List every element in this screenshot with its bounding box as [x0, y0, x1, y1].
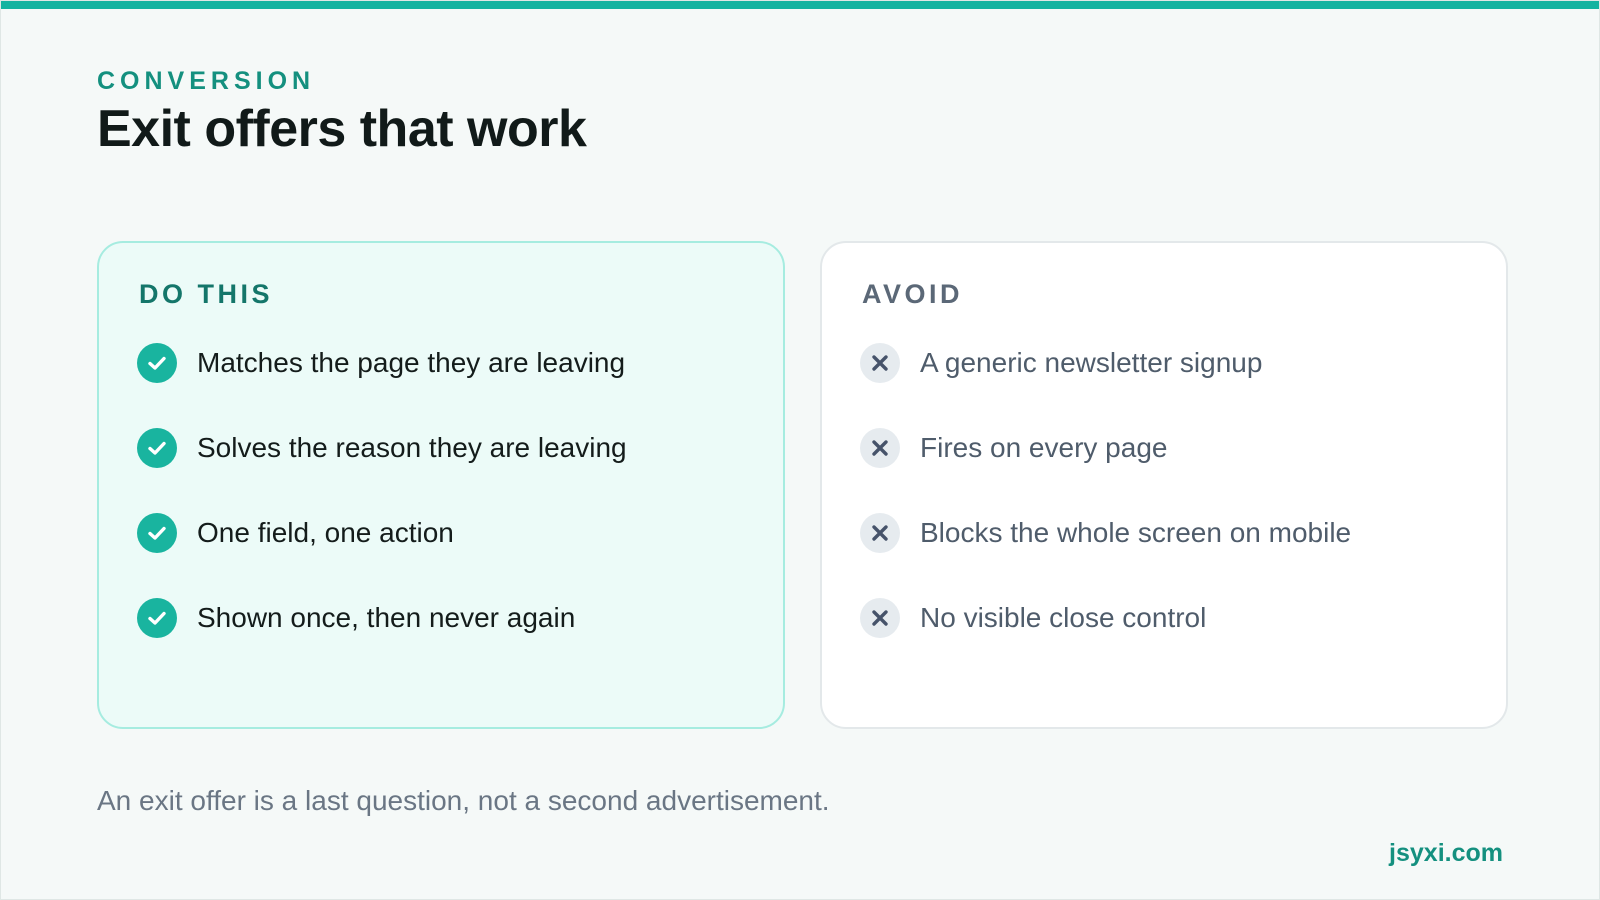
eyebrow-label: CONVERSION	[97, 67, 316, 95]
check-circle-icon	[137, 428, 177, 468]
avoid-item-text: No visible close control	[920, 602, 1207, 633]
do-item-text: Solves the reason they are leaving	[197, 432, 627, 463]
do-item-text: Shown once, then never again	[197, 602, 576, 633]
x-circle-icon	[860, 598, 900, 638]
avoid-item: Fires on every page	[860, 428, 1351, 468]
avoid-card: AVOID A generic newsletter signup Fires …	[820, 241, 1508, 729]
x-circle-icon	[860, 513, 900, 553]
slide: CONVERSION Exit offers that work DO THIS…	[0, 0, 1600, 900]
avoid-list: A generic newsletter signup Fires on eve…	[860, 343, 1351, 683]
do-item: Matches the page they are leaving	[137, 343, 627, 383]
x-circle-icon	[860, 428, 900, 468]
check-circle-icon	[137, 513, 177, 553]
do-item: Shown once, then never again	[137, 598, 627, 638]
do-this-list: Matches the page they are leaving Solves…	[137, 343, 627, 683]
do-this-card: DO THIS Matches the page they are leavin…	[97, 241, 785, 729]
x-circle-icon	[860, 343, 900, 383]
avoid-item-text: Fires on every page	[920, 432, 1168, 463]
avoid-item-text: A generic newsletter signup	[920, 347, 1263, 378]
accent-top-bar	[1, 1, 1599, 9]
avoid-item-text: Blocks the whole screen on mobile	[920, 517, 1352, 548]
avoid-item: No visible close control	[860, 598, 1351, 638]
do-this-heading: DO THIS	[139, 279, 274, 309]
brand-link[interactable]: jsyxi.com	[1389, 839, 1503, 868]
do-item-text: Matches the page they are leaving	[197, 347, 626, 378]
slide-title: Exit offers that work	[97, 100, 587, 158]
avoid-item: A generic newsletter signup	[860, 343, 1351, 383]
avoid-heading: AVOID	[862, 279, 964, 309]
do-item-text: One field, one action	[197, 517, 454, 548]
check-circle-icon	[137, 343, 177, 383]
check-circle-icon	[137, 598, 177, 638]
do-item: Solves the reason they are leaving	[137, 428, 627, 468]
do-item: One field, one action	[137, 513, 627, 553]
avoid-item: Blocks the whole screen on mobile	[860, 513, 1351, 553]
footnote-text: An exit offer is a last question, not a …	[97, 785, 830, 816]
